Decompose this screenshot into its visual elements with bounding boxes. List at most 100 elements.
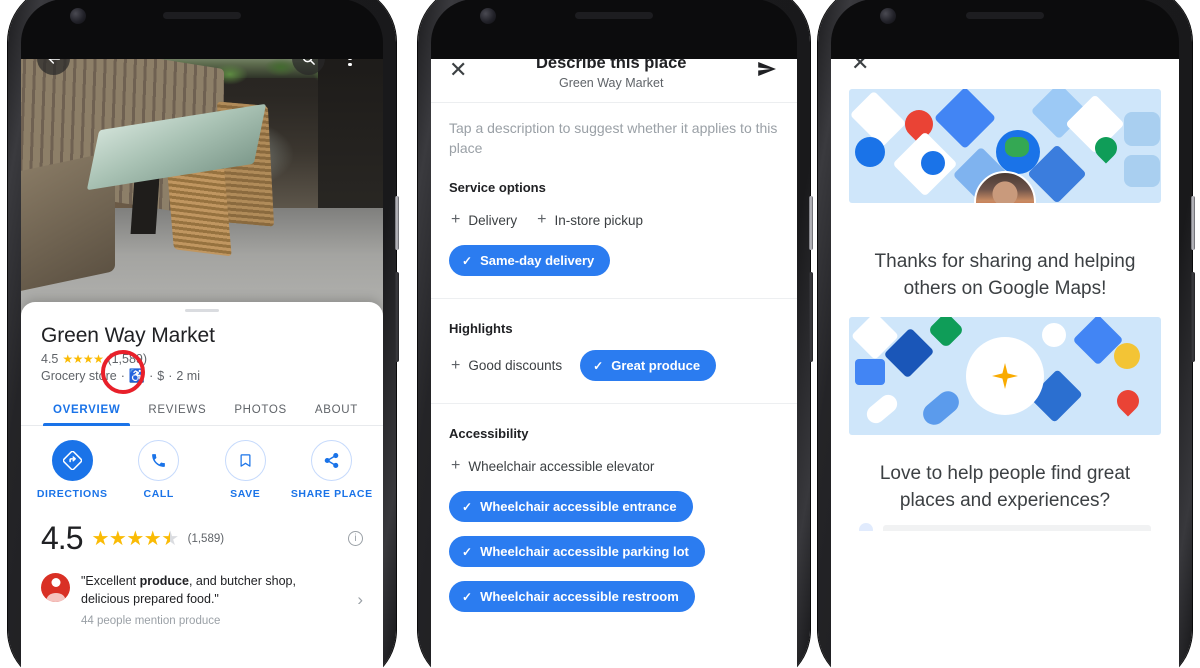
phone-1-body: 9:00 Green Way Market 4.5 ★★★★ (1,589) G… [8, 0, 399, 668]
section-title-highlights: Highlights [449, 321, 513, 337]
close-button-row: ✕ [831, 38, 1179, 75]
rating-stars: ★★★★ [62, 352, 104, 366]
power-button-3[interactable] [1191, 196, 1195, 250]
battery-icon [769, 20, 777, 32]
status-time: 9:00 [853, 19, 878, 33]
save-button[interactable]: SAVE [202, 440, 289, 500]
chevron-right-icon: › [357, 589, 363, 609]
directions-label: DIRECTIONS [36, 488, 108, 500]
search-icon [302, 52, 315, 65]
arrow-left-icon [48, 53, 60, 64]
phone-3-screen: 9:00 ✕ Thanks for sharing and helping ot… [831, 14, 1179, 668]
chip-same-day-delivery[interactable]: ✓ Same-day delivery [449, 245, 611, 277]
directions-button[interactable]: DIRECTIONS [29, 440, 116, 500]
back-button[interactable] [37, 42, 70, 75]
call-label: CALL [143, 488, 174, 500]
save-label: SAVE [230, 488, 261, 500]
chip-wheelchair-parking-lot[interactable]: ✓ Wheelchair accessible parking lot [449, 536, 705, 568]
check-icon: ✓ [593, 358, 604, 373]
wifi-icon [321, 20, 335, 32]
thank-you-message: Thanks for sharing and helping others on… [874, 251, 1136, 299]
share-label: SHARE PLACE [290, 488, 373, 500]
share-icon [311, 440, 353, 481]
close-button[interactable]: ✕ [851, 50, 869, 75]
place-meta-row: Grocery store · ♿ · $ · 2 mi [21, 350, 383, 394]
more-options-button[interactable] [337, 42, 363, 75]
plus-icon: + [537, 211, 547, 229]
check-icon: ✓ [462, 499, 473, 514]
chip-great-produce[interactable]: ✓ Great produce [580, 350, 717, 382]
search-button[interactable] [292, 42, 325, 75]
chip-wheelchair-elevator[interactable]: + Wheelchair accessible elevator [449, 455, 656, 477]
chip-row-service-unselected: + Delivery + In-store pickup [431, 195, 797, 231]
plus-icon: + [451, 211, 461, 229]
sparkle-icon [992, 362, 1018, 389]
chip-wheelchair-entrance[interactable]: ✓ Wheelchair accessible entrance [449, 491, 693, 523]
quote-highlight: produce [139, 574, 189, 588]
illus-dot-a [855, 136, 886, 167]
phone-3-body: 9:00 ✕ Thanks for sharing and helping ot… [818, 0, 1195, 668]
chip-in-store-pickup[interactable]: + In-store pickup [535, 209, 645, 231]
earpiece-speaker-2 [575, 12, 653, 19]
tab-reviews[interactable]: REVIEWS [134, 400, 220, 425]
chip-label: Delivery [468, 212, 518, 228]
call-button[interactable]: CALL [116, 440, 203, 500]
chip-delivery[interactable]: + Delivery [449, 209, 519, 231]
illus2-heart-circle [1042, 322, 1067, 347]
phone-1-screen: 9:00 Green Way Market 4.5 ★★★★ (1,589) G… [21, 14, 383, 668]
tab-about[interactable]: ABOUT [301, 400, 372, 425]
signal-icon [753, 20, 765, 32]
earpiece-speaker-3 [966, 12, 1044, 19]
power-button-1[interactable] [395, 196, 399, 250]
volume-button-3[interactable] [1191, 272, 1195, 362]
share-place-button[interactable]: SHARE PLACE [289, 440, 376, 500]
status-time: 9:00 [453, 19, 478, 33]
chip-wheelchair-restroom[interactable]: ✓ Wheelchair accessible restroom [449, 581, 695, 613]
place-action-row: DIRECTIONS CALL SAVE SHARE PLACE [21, 426, 383, 504]
chip-label: Wheelchair accessible entrance [480, 499, 677, 515]
volume-button-1[interactable] [395, 272, 399, 362]
place-photo[interactable] [21, 14, 383, 326]
info-icon[interactable]: i [348, 531, 363, 546]
quote-part-1: "Excellent [81, 574, 140, 588]
signal-icon [1135, 20, 1147, 32]
illus2-person [1114, 342, 1141, 369]
battery-icon [1151, 20, 1159, 32]
help-illustration [849, 316, 1161, 435]
chip-good-discounts[interactable]: + Good discounts [449, 355, 564, 377]
review-snippet[interactable]: "Excellent produce, and butcher shop, de… [21, 557, 383, 627]
send-button[interactable] [755, 58, 779, 85]
power-button-2[interactable] [809, 196, 813, 250]
place-tabs: OVERVIEW REVIEWS PHOTOS ABOUT [21, 384, 383, 426]
phone-icon [138, 440, 180, 481]
tab-photos[interactable]: PHOTOS [220, 400, 301, 425]
rating-total-count: (1,589) [187, 532, 225, 545]
volume-button-2[interactable] [809, 272, 813, 362]
place-distance: 2 mi [176, 369, 200, 383]
illus-card-b [933, 89, 996, 149]
tab-overview[interactable]: OVERVIEW [39, 400, 134, 426]
phone-device-1: 9:00 Green Way Market 4.5 ★★★★ (1,589) G… [8, 0, 399, 668]
place-title: Green Way Market [41, 324, 215, 347]
front-camera-1 [70, 8, 86, 24]
close-button[interactable]: ✕ [449, 59, 467, 81]
chip-label: Same-day delivery [480, 253, 595, 269]
status-icons [735, 20, 777, 32]
chip-label: Wheelchair accessible parking lot [480, 544, 689, 560]
send-icon [758, 62, 776, 76]
directions-icon [51, 440, 93, 481]
illus2-pin-red [1112, 385, 1144, 417]
chip-row-accessibility-unselected: + Wheelchair accessible elevator [431, 441, 797, 477]
status-time: 9:00 [43, 19, 68, 33]
rating-summary: 4.5 ★★★★★ (1,589) i [21, 504, 383, 557]
instruction-text: Tap a description to suggest whether it … [449, 120, 778, 156]
review-quote: "Excellent produce, and butcher shop, de… [81, 573, 346, 609]
illus-chat-a [1123, 111, 1160, 146]
status-icons [1117, 20, 1159, 32]
illus-globe-land [1005, 136, 1029, 157]
highlight-annotation-circle [101, 350, 145, 394]
sparkle-badge [966, 336, 1044, 415]
check-icon: ✓ [462, 544, 473, 559]
full-stars: ★★★★ [91, 528, 162, 550]
place-price: $ [157, 369, 165, 383]
